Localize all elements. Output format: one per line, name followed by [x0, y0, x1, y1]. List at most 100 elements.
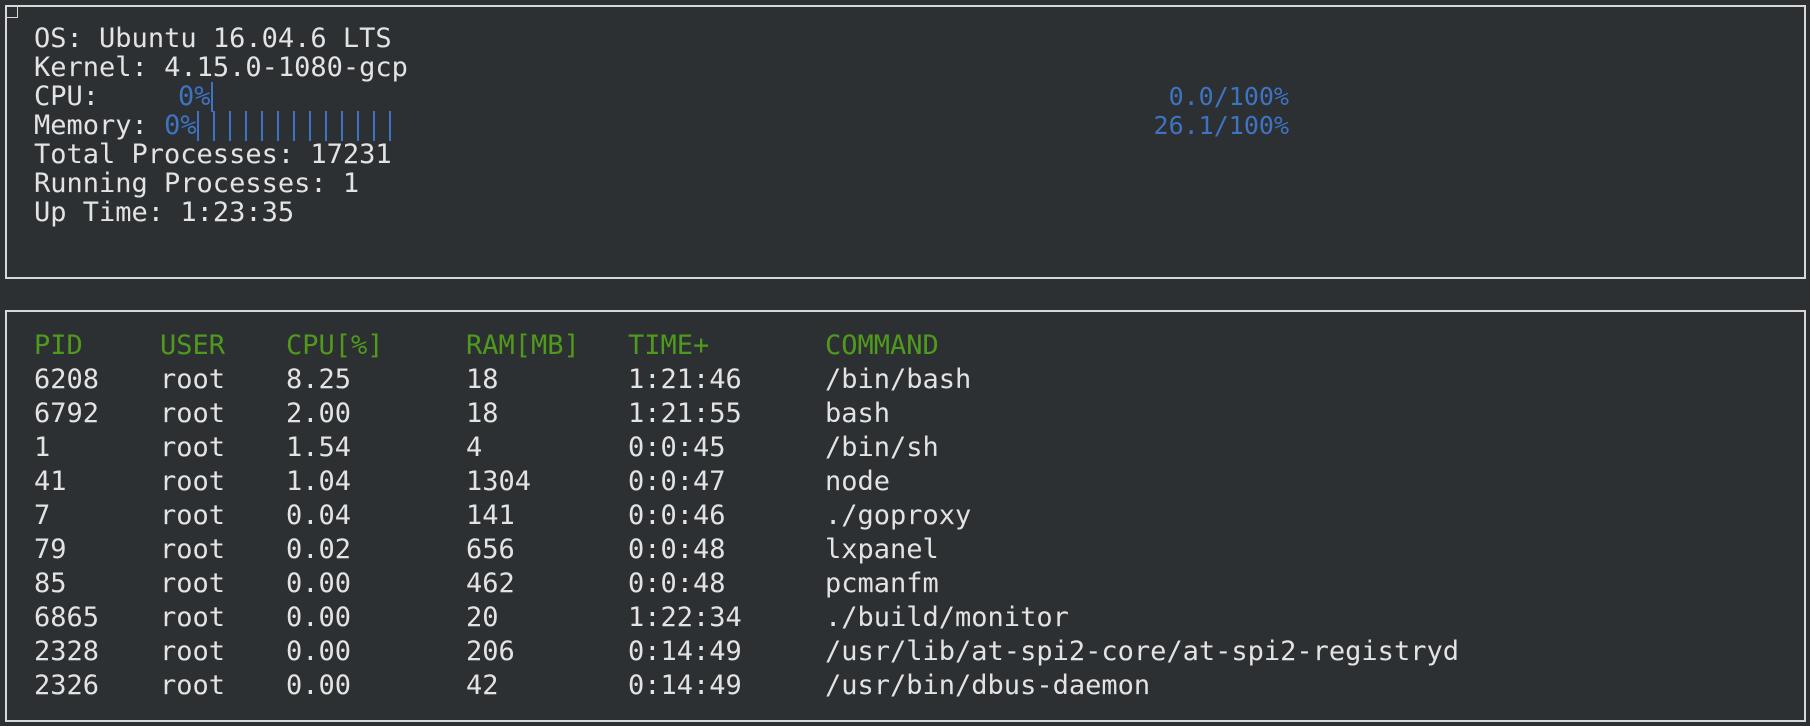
cell-pid: 85: [34, 568, 67, 599]
cell-command: lxpanel: [825, 534, 939, 565]
cell-command: /bin/sh: [825, 432, 939, 463]
bar-tick: [292, 111, 295, 141]
cell-pid: 1: [34, 432, 51, 463]
table-row[interactable]: 41 root 1.04 1304 0:0:47 node: [7, 465, 1804, 499]
cell-ram: 656: [466, 534, 515, 565]
bar-tick: [244, 111, 247, 141]
kernel-value: 4.15.0-1080-gcp: [164, 52, 408, 83]
header-user[interactable]: USER: [160, 329, 225, 363]
total-processes-value: 17231: [310, 139, 392, 170]
running-processes-label: Running Processes:: [34, 168, 327, 199]
uptime-line: Up Time: 1:23:35: [34, 196, 294, 230]
header-command[interactable]: COMMAND: [825, 329, 939, 363]
cell-command: node: [825, 466, 891, 497]
cell-time: 0:14:49: [628, 670, 742, 701]
cell-ram: 20: [466, 602, 499, 633]
table-row[interactable]: 7 root 0.04 141 0:0:46 ./goproxy: [7, 499, 1804, 533]
cell-user: root: [160, 534, 226, 565]
memory-usage-value: 26.1/100%: [1153, 111, 1289, 140]
bar-tick: [210, 82, 213, 112]
cell-time: 1:22:34: [628, 602, 742, 633]
cell-pid: 2326: [34, 670, 100, 701]
header-time[interactable]: TIME+: [628, 329, 709, 363]
bar-tick: [276, 111, 279, 141]
cell-command: /bin/bash: [825, 364, 972, 395]
bar-tick: [324, 111, 327, 141]
panel-corner-marker: [7, 7, 18, 18]
cell-user: root: [160, 568, 226, 599]
cell-ram: 42: [466, 670, 499, 701]
cell-cpu: 0.00: [286, 568, 352, 599]
cell-ram: 141: [466, 500, 515, 531]
cell-cpu: 8.25: [286, 364, 352, 395]
cpu-label: CPU:: [34, 81, 100, 112]
cell-time: 0:0:46: [628, 500, 726, 531]
table-row[interactable]: 6792 root 2.00 18 1:21:55 bash: [7, 397, 1804, 431]
os-value: Ubuntu 16.04.6 LTS: [99, 23, 392, 54]
cell-user: root: [160, 364, 226, 395]
bar-tick: [196, 111, 199, 141]
cell-pid: 6792: [34, 398, 100, 429]
bar-tick: [372, 111, 375, 141]
system-info-panel: OS: Ubuntu 16.04.6 LTS Kernel: 4.15.0-10…: [5, 5, 1806, 279]
cell-user: root: [160, 398, 226, 429]
cell-command: pcmanfm: [825, 568, 939, 599]
cell-pid: 2328: [34, 636, 100, 667]
bar-tick: [340, 111, 343, 141]
cell-command: bash: [825, 398, 891, 429]
cell-cpu: 0.04: [286, 500, 352, 531]
header-pid[interactable]: PID: [34, 329, 83, 363]
bar-tick: [228, 111, 231, 141]
bar-tick: [308, 111, 311, 141]
cell-user: root: [160, 670, 226, 701]
total-processes-label: Total Processes:: [34, 139, 295, 170]
cell-command: /usr/lib/at-spi2-core/at-spi2-registryd: [825, 636, 1459, 667]
cell-user: root: [160, 432, 226, 463]
cell-time: 0:0:48: [628, 568, 726, 599]
bar-tick: [356, 111, 359, 141]
cell-pid: 79: [34, 534, 67, 565]
table-row[interactable]: 2326 root 0.00 42 0:14:49/usr/bin/dbus-daemo…: [7, 669, 1804, 703]
cell-user: root: [160, 602, 226, 633]
process-table-panel: PID USER CPU[%] RAM[MB] TIME+ COMMAND 62…: [5, 310, 1806, 722]
cell-pid: 7: [34, 500, 51, 531]
os-label: OS:: [34, 23, 83, 54]
cell-time: 0:0:47: [628, 466, 726, 497]
bar-tick: [212, 111, 215, 141]
header-ram[interactable]: RAM[MB]: [466, 329, 580, 363]
cell-ram: 4: [466, 432, 483, 463]
cell-ram: 462: [466, 568, 515, 599]
cell-ram: 206: [466, 636, 515, 667]
cell-cpu: 0.00: [286, 670, 352, 701]
cell-pid: 6208: [34, 364, 100, 395]
cell-command: ./build/monitor: [825, 602, 1069, 633]
cell-ram: 18: [466, 398, 499, 429]
cell-user: root: [160, 500, 226, 531]
cell-cpu: 0.00: [286, 636, 352, 667]
cell-command: /usr/bin/dbus-daemon: [825, 670, 1151, 701]
cell-time: 0:14:49: [628, 636, 742, 667]
table-row[interactable]: 6208 root 8.25 18 1:21:46/bin/bash: [7, 363, 1804, 397]
cell-time: 1:21:46: [628, 364, 742, 395]
cell-cpu: 1.04: [286, 466, 352, 497]
cell-user: root: [160, 466, 226, 497]
table-header-row: PID USER CPU[%] RAM[MB] TIME+ COMMAND: [7, 329, 1804, 363]
header-cpu[interactable]: CPU[%]: [286, 329, 384, 363]
table-row[interactable]: 79 root 0.02 656 0:0:48 lxpanel: [7, 533, 1804, 567]
bar-tick: [388, 111, 391, 141]
table-row[interactable]: 1 root 1.54 4 0:0:45/bin/sh: [7, 431, 1804, 465]
cell-cpu: 2.00: [286, 398, 352, 429]
cell-command: ./goproxy: [825, 500, 972, 531]
uptime-value: 1:23:35: [180, 197, 295, 228]
cell-ram: 18: [466, 364, 499, 395]
cell-pid: 41: [34, 466, 67, 497]
cell-cpu: 0.02: [286, 534, 352, 565]
cell-time: 0:0:48: [628, 534, 726, 565]
table-row[interactable]: 2328 root 0.00 206 0:14:49/usr/lib/at-spi2-c…: [7, 635, 1804, 669]
memory-label: Memory:: [34, 110, 148, 141]
table-row[interactable]: 85 root 0.00 462 0:0:48 pcmanfm: [7, 567, 1804, 601]
uptime-label: Up Time:: [34, 197, 165, 228]
cell-time: 1:21:55: [628, 398, 742, 429]
table-row[interactable]: 6865 root 0.00 20 1:22:34 ./build/monitor: [7, 601, 1804, 635]
kernel-label: Kernel:: [34, 52, 148, 83]
